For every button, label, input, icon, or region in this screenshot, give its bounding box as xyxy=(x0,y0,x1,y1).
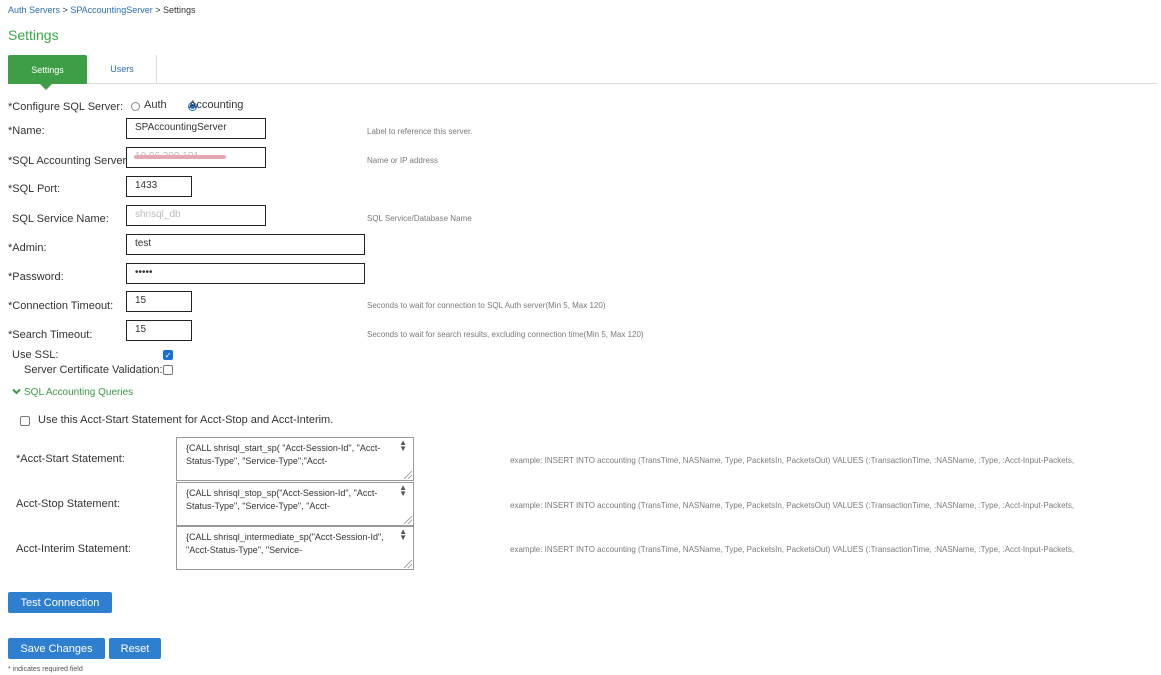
test-connection-button[interactable]: Test Connection xyxy=(8,592,112,613)
use-ssl-checkbox[interactable]: ✓ xyxy=(163,350,173,360)
connection-timeout-input[interactable]: 15 xyxy=(126,291,192,312)
sql-service-label: SQL Service Name: xyxy=(12,213,109,225)
tab-users[interactable]: Users xyxy=(88,55,157,83)
name-label: *Name: xyxy=(8,125,45,137)
resize-grip-icon[interactable] xyxy=(404,471,412,479)
tab-settings[interactable]: Settings xyxy=(8,55,87,84)
breadcrumb-current: Settings xyxy=(163,5,196,15)
cert-validation-checkbox[interactable] xyxy=(163,365,173,375)
spinner-arrows-icon[interactable]: ▲ ▼ xyxy=(399,484,407,498)
save-changes-button[interactable]: Save Changes xyxy=(8,638,105,659)
breadcrumb-auth-servers[interactable]: Auth Servers xyxy=(8,5,60,15)
name-input[interactable]: SPAccountingServer xyxy=(126,118,266,139)
acct-interim-example: example: INSERT INTO accounting (TransTi… xyxy=(510,545,1075,554)
configure-sql-label: *Configure SQL Server: xyxy=(8,101,124,113)
sql-service-input[interactable]: shrisql_db xyxy=(126,205,266,226)
connection-timeout-label: *Connection Timeout: xyxy=(8,300,114,312)
sql-service-hint: SQL Service/Database Name xyxy=(367,214,472,223)
breadcrumb-server[interactable]: SPAccountingServer xyxy=(70,5,152,15)
acct-stop-textarea[interactable]: {CALL shrisql_stop_sp("Acct-Session-Id",… xyxy=(176,482,414,526)
sql-queries-toggle-label: SQL Accounting Queries xyxy=(24,387,134,398)
connection-timeout-hint: Seconds to wait for connection to SQL Au… xyxy=(367,301,606,310)
reuse-start-checkbox[interactable] xyxy=(20,416,30,426)
reset-button[interactable]: Reset xyxy=(109,638,161,659)
breadcrumb-separator: > xyxy=(62,5,68,15)
password-input[interactable]: ••••• xyxy=(126,263,365,284)
resize-grip-icon[interactable] xyxy=(404,516,412,524)
acct-stop-example: example: INSERT INTO accounting (TransTi… xyxy=(510,501,1075,510)
active-tab-indicator xyxy=(40,84,52,90)
acct-stop-label: Acct-Stop Statement: xyxy=(16,498,120,510)
breadcrumb: Auth Servers > SPAccountingServer > Sett… xyxy=(8,5,196,15)
spinner-arrows-icon[interactable]: ▲ ▼ xyxy=(399,439,407,453)
auth-radio-label: Auth xyxy=(144,99,167,111)
sql-queries-toggle[interactable]: SQL Accounting Queries xyxy=(12,387,133,398)
sql-server-label: *SQL Accounting Server xyxy=(8,155,127,167)
use-ssl-label: Use SSL: xyxy=(12,349,59,361)
search-timeout-label: *Search Timeout: xyxy=(8,329,93,341)
acct-start-value: {CALL shrisql_start_sp( "Acct-Session-Id… xyxy=(186,443,381,466)
search-timeout-hint: Seconds to wait for search results, excl… xyxy=(367,330,644,339)
acct-interim-label: Acct-Interim Statement: xyxy=(16,543,131,555)
password-label: *Password: xyxy=(8,271,64,283)
admin-label: *Admin: xyxy=(8,242,47,254)
reuse-start-label: Use this Acct-Start Statement for Acct-S… xyxy=(38,414,334,426)
acct-interim-textarea[interactable]: {CALL shrisql_intermediate_sp("Acct-Sess… xyxy=(176,526,414,570)
tabs-divider xyxy=(8,83,1158,84)
sql-server-hint: Name or IP address xyxy=(367,156,438,165)
sql-port-label: *SQL Port: xyxy=(8,183,61,195)
auth-radio[interactable] xyxy=(131,102,140,111)
acct-start-example: example: INSERT INTO accounting (TransTi… xyxy=(510,456,1075,465)
redaction-mark xyxy=(134,155,226,159)
breadcrumb-separator: > xyxy=(155,5,161,15)
admin-input[interactable]: test xyxy=(126,234,365,255)
name-hint: Label to reference this server. xyxy=(367,127,473,136)
accounting-radio-label: Accounting xyxy=(189,99,244,111)
search-timeout-input[interactable]: 15 xyxy=(126,320,192,341)
sql-port-input[interactable]: 1433 xyxy=(126,176,192,197)
resize-grip-icon[interactable] xyxy=(404,560,412,568)
acct-interim-value: {CALL shrisql_intermediate_sp("Acct-Sess… xyxy=(186,532,384,555)
page-title: Settings xyxy=(8,27,59,43)
acct-start-label: *Acct-Start Statement: xyxy=(16,453,125,465)
required-footnote: * indicates required field xyxy=(8,666,83,673)
acct-start-textarea[interactable]: {CALL shrisql_start_sp( "Acct-Session-Id… xyxy=(176,437,414,481)
spinner-arrows-icon[interactable]: ▲ ▼ xyxy=(399,528,407,542)
cert-validation-label: Server Certificate Validation: xyxy=(24,364,163,376)
acct-stop-value: {CALL shrisql_stop_sp("Acct-Session-Id",… xyxy=(186,488,378,511)
chevron-down-icon xyxy=(12,387,21,398)
